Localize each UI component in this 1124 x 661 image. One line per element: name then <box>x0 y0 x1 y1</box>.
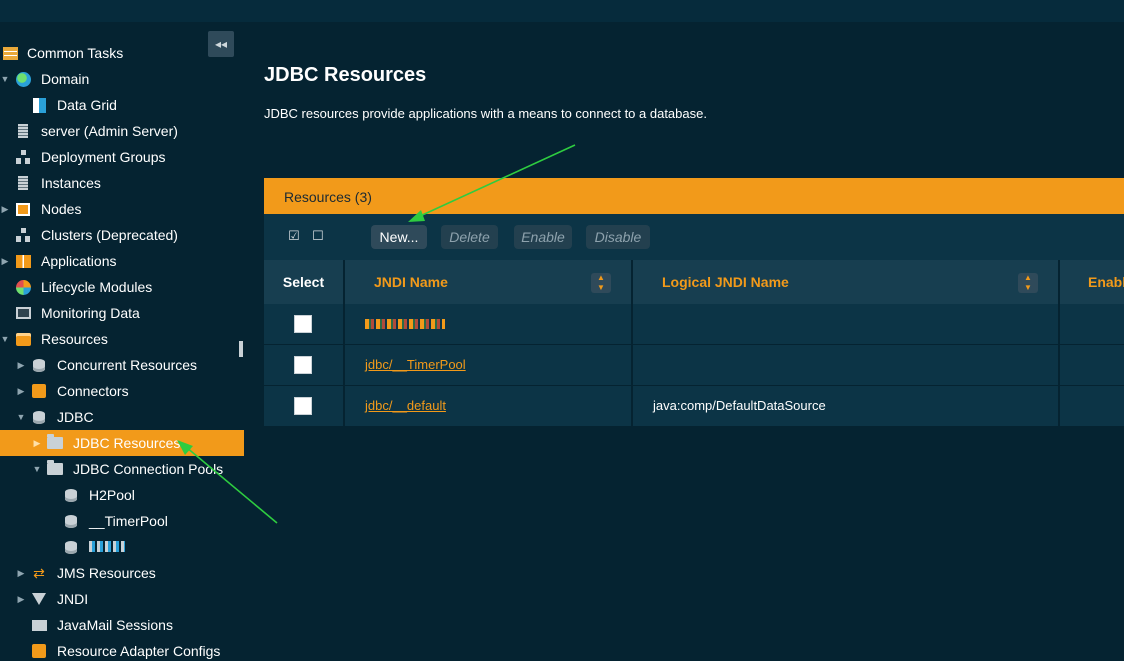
folder-icon <box>47 434 63 451</box>
row-select-checkbox[interactable] <box>294 397 312 415</box>
tree-item-instances[interactable]: Instances <box>0 170 244 196</box>
table-row <box>264 304 1124 344</box>
folder-icon <box>47 460 63 477</box>
tree-item-jms-resources[interactable]: ▶ ⇄ JMS Resources <box>0 560 244 586</box>
collapsed-triangle-icon[interactable]: ▶ <box>32 438 42 449</box>
collapsed-triangle-icon[interactable]: ▶ <box>16 360 26 371</box>
tree-icon <box>15 227 31 243</box>
tree-item-javamail-sessions[interactable]: JavaMail Sessions <box>0 612 244 638</box>
tree-item-clusters[interactable]: Clusters (Deprecated) <box>0 222 244 248</box>
row-select-checkbox[interactable] <box>294 356 312 374</box>
table-toolbar: ☑ ☐ New... Delete Enable Disable <box>264 214 1124 260</box>
jndi-name-link[interactable] <box>365 319 445 329</box>
puzzle-icon <box>31 643 47 659</box>
table-icon <box>2 45 18 61</box>
top-bar <box>0 0 1124 22</box>
database-icon <box>63 539 79 555</box>
expanded-triangle-icon[interactable]: ▼ <box>0 74 10 84</box>
tree-item-common-tasks[interactable]: Common Tasks <box>0 40 244 66</box>
tree-item-jndi[interactable]: ▶ JNDI <box>0 586 244 612</box>
deselect-all-icon[interactable]: ☐ <box>310 228 326 244</box>
table-row: jdbc/__default java:comp/DefaultDataSour… <box>264 386 1124 426</box>
column-header-jndi-name[interactable]: JNDI Name ▲ ▼ <box>345 260 631 304</box>
logical-jndi-name-cell <box>633 345 1058 385</box>
collapsed-triangle-icon[interactable]: ▶ <box>16 594 26 605</box>
sort-icon[interactable]: ▲ ▼ <box>1018 273 1038 293</box>
table-row: jdbc/__TimerPool <box>264 345 1124 385</box>
column-header-select: Select <box>264 260 343 304</box>
jndi-name-link[interactable]: jdbc/__TimerPool <box>365 357 466 372</box>
expanded-triangle-icon[interactable]: ▼ <box>16 412 26 422</box>
tree-item-deployment-groups[interactable]: Deployment Groups <box>0 144 244 170</box>
tree-item-resource-adapter-configs[interactable]: Resource Adapter Configs <box>0 638 244 661</box>
tree-item-jdbc-resources[interactable]: ▶ JDBC Resources <box>0 430 244 456</box>
column-header-logical-jndi-name[interactable]: Logical JNDI Name ▲ ▼ <box>633 260 1058 304</box>
sidebar-scrollbar-handle[interactable] <box>239 341 243 357</box>
jndi-name-link[interactable]: jdbc/__default <box>365 398 446 413</box>
lifecycle-icon <box>15 279 31 295</box>
tree-item-concurrent-resources[interactable]: ▶ Concurrent Resources <box>0 352 244 378</box>
server-icon <box>15 123 31 139</box>
filter-icon <box>31 591 47 607</box>
logical-jndi-name-cell <box>633 304 1058 344</box>
database-icon <box>31 357 47 373</box>
database-icon <box>31 409 47 425</box>
resources-icon <box>15 331 31 347</box>
main-content: JDBC Resources JDBC resources provide ap… <box>244 22 1124 661</box>
swap-icon: ⇄ <box>33 564 45 581</box>
tree-item-domain[interactable]: ▼ Domain <box>0 66 244 92</box>
page-title: JDBC Resources <box>264 64 427 86</box>
tree-item-resources[interactable]: ▼ Resources <box>0 326 244 352</box>
enabled-cell <box>1060 386 1124 426</box>
monitor-icon <box>15 305 31 321</box>
enable-button[interactable]: Enable <box>514 225 572 249</box>
server-icon <box>15 175 31 191</box>
delete-button[interactable]: Delete <box>441 225 498 249</box>
new-button[interactable]: New... <box>371 225 427 249</box>
tree-icon <box>15 149 31 165</box>
expanded-triangle-icon[interactable]: ▼ <box>32 464 42 474</box>
disable-button[interactable]: Disable <box>586 225 650 249</box>
tree-item-applications[interactable]: ▶ Applications <box>0 248 244 274</box>
tree-item-h2pool[interactable]: H2Pool <box>0 482 244 508</box>
tree-item-redacted-pool[interactable] <box>0 534 244 560</box>
globe-icon <box>15 71 31 87</box>
tree-item-server[interactable]: server (Admin Server) <box>0 118 244 144</box>
row-select-checkbox[interactable] <box>294 315 312 333</box>
tree-item-data-grid[interactable]: Data Grid <box>0 92 244 118</box>
collapsed-triangle-icon[interactable]: ▶ <box>16 386 26 397</box>
expanded-triangle-icon[interactable]: ▼ <box>0 334 10 344</box>
puzzle-icon <box>31 383 47 399</box>
redacted-label <box>89 539 125 555</box>
tree-item-timerpool[interactable]: __TimerPool <box>0 508 244 534</box>
database-icon <box>63 487 79 503</box>
logical-jndi-name-cell: java:comp/DefaultDataSource <box>633 386 1058 426</box>
data-grid-icon <box>31 97 47 113</box>
tree-item-connectors[interactable]: ▶ Connectors <box>0 378 244 404</box>
applications-icon <box>15 253 31 269</box>
column-header-enabled[interactable]: Enabl <box>1060 260 1124 304</box>
collapsed-triangle-icon[interactable]: ▶ <box>0 204 10 215</box>
collapsed-triangle-icon[interactable]: ▶ <box>16 568 26 579</box>
table-title-bar: Resources (3) <box>264 178 1124 214</box>
select-all-icon[interactable]: ☑ <box>286 228 302 244</box>
enabled-cell <box>1060 304 1124 344</box>
tree-item-nodes[interactable]: ▶ Nodes <box>0 196 244 222</box>
collapsed-triangle-icon[interactable]: ▶ <box>0 256 10 267</box>
sort-icon[interactable]: ▲ ▼ <box>591 273 611 293</box>
database-icon <box>63 513 79 529</box>
enabled-cell <box>1060 345 1124 385</box>
tree-item-jdbc-connection-pools[interactable]: ▼ JDBC Connection Pools <box>0 456 244 482</box>
navigation-tree: ◂◂ Common Tasks ▼ Domain Data Grid serve… <box>0 22 244 661</box>
page-description: JDBC resources provide applications with… <box>264 106 707 121</box>
mail-icon <box>31 617 47 633</box>
tree-item-monitoring-data[interactable]: Monitoring Data <box>0 300 244 326</box>
tree-item-jdbc[interactable]: ▼ JDBC <box>0 404 244 430</box>
node-icon <box>15 201 31 217</box>
tree-item-lifecycle-modules[interactable]: Lifecycle Modules <box>0 274 244 300</box>
table-header-row: Select JNDI Name ▲ ▼ Logical JNDI Name ▲ ▼… <box>264 260 1124 304</box>
table-caption: Resources (3) <box>284 189 372 205</box>
